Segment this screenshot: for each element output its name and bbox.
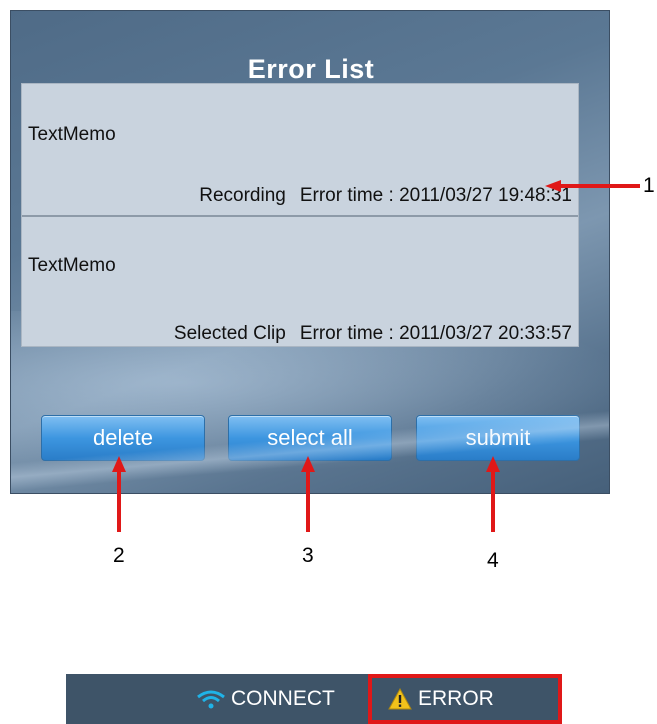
warning-icon (388, 688, 412, 710)
error-indicator[interactable]: ERROR (388, 687, 494, 711)
callout-number-2: 2 (113, 544, 125, 567)
error-detail: Selected Clip Error time : 2011/03/27 20:… (174, 323, 572, 345)
error-indicator-highlight: ERROR (368, 674, 562, 724)
dialog-title: Error List (247, 54, 375, 84)
status-bar: CONNECT ERROR (66, 674, 562, 724)
callout-number-3: 3 (302, 544, 314, 567)
error-source: Selected Clip (173, 323, 286, 344)
error-label: ERROR (418, 687, 494, 710)
error-source: Recording (199, 185, 286, 206)
delete-button[interactable]: delete (41, 415, 205, 461)
error-time: Error time : 2011/03/27 20:33:57 (299, 323, 572, 344)
error-list-item[interactable]: TextMemo Recording Error time : 2011/03/2… (22, 84, 578, 217)
error-list-item[interactable]: TextMemo Selected Clip Error time : 2011/… (22, 217, 578, 348)
wifi-icon (197, 690, 225, 709)
select-all-button[interactable]: select all (228, 415, 392, 461)
error-memo: TextMemo (28, 255, 116, 276)
submit-button[interactable]: submit (416, 415, 580, 461)
connect-indicator[interactable]: CONNECT (196, 687, 335, 711)
connect-label: CONNECT (231, 687, 335, 710)
error-memo: TextMemo (28, 124, 116, 145)
error-time: Error time : 2011/03/27 19:48:31 (299, 185, 572, 206)
callout-arrow-2 (112, 456, 126, 532)
error-detail: Recording Error time : 2011/03/27 19:48:3… (199, 185, 572, 207)
error-list-dialog: Error List TextMemo Recording Error time … (10, 10, 610, 494)
callout-number-1: 1 (643, 174, 655, 197)
callout-arrow-3 (301, 456, 315, 532)
callout-arrow-4 (486, 456, 500, 532)
callout-number-4: 4 (487, 549, 499, 572)
error-list: TextMemo Recording Error time : 2011/03/2… (21, 83, 579, 347)
callout-arrow-1 (545, 180, 640, 192)
